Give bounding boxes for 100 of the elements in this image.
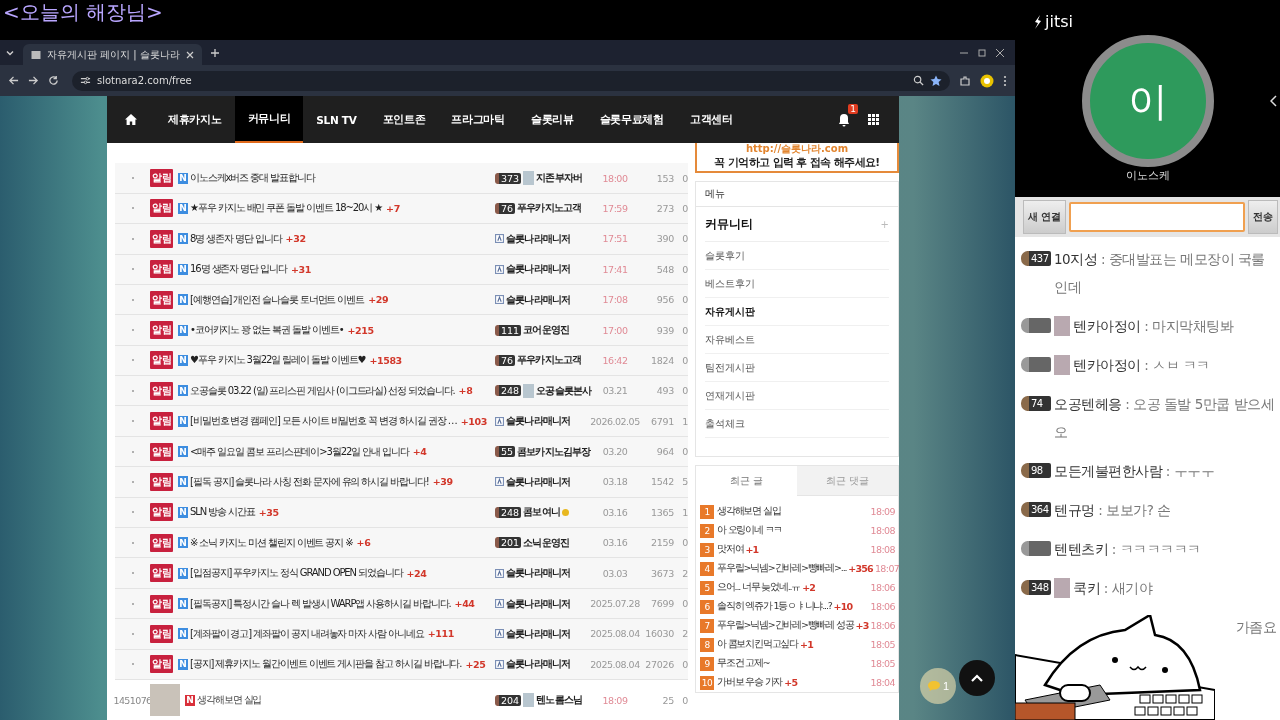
author-name[interactable]: 지존부자버: [536, 171, 583, 186]
level-badge: [1021, 541, 1051, 556]
recent-post-title[interactable]: 푸우릴>닉넴>간바레>빵빠레>...: [717, 562, 847, 576]
notice-badge: 알림: [150, 169, 173, 188]
post-title[interactable]: 오공슬롯 03.22 (일) 프리스핀 게임사 (이그드라실) 선정 되었습니다.: [190, 383, 455, 398]
rank-badge: 9: [700, 656, 714, 671]
post-title[interactable]: [필독 공지] 슬롯나라 사칭 전화 문자에 유의 하시길 바랍니다!: [190, 474, 429, 489]
new-tab-icon[interactable]: [209, 47, 220, 58]
close-icon[interactable]: [185, 50, 194, 59]
menu-item[interactable]: 출석체크: [705, 410, 889, 439]
extensions-icon[interactable]: [959, 74, 971, 87]
nav-item[interactable]: 슬롯리뷰: [517, 96, 587, 144]
more-icon[interactable]: [1003, 74, 1007, 87]
new-connection-button[interactable]: 새 연결: [1023, 200, 1066, 234]
site-settings-icon[interactable]: [80, 75, 91, 87]
zoom-icon[interactable]: [913, 75, 924, 87]
recent-post-title[interactable]: 생각해보면 실입: [717, 505, 781, 519]
comment-count: +1: [745, 544, 759, 556]
menu-item[interactable]: 자유베스트: [705, 326, 889, 355]
nav-item[interactable]: 프라그마틱: [438, 96, 518, 144]
post-title[interactable]: 이노스케x버즈 중대 발표합니다: [190, 171, 315, 186]
author-name[interactable]: 슬롯나라매니저: [506, 474, 571, 489]
menu-item[interactable]: 연재게시판: [705, 382, 889, 411]
browser-tab[interactable]: 자유게시판 페이지 | 슬롯나라: [23, 44, 202, 66]
author-name[interactable]: 슬롯나라매니저: [506, 596, 571, 611]
post-title[interactable]: ※ 소닉 카지노 미션 챌린지 이벤트 공지 ※: [190, 535, 353, 550]
recent-post-title[interactable]: 으어... 너무 늦었네..ㅠ: [717, 581, 801, 595]
scroll-top-button[interactable]: [959, 660, 995, 697]
author-name[interactable]: 콤보여니: [523, 505, 560, 520]
post-title[interactable]: ♥푸우 카지노 3월22일 릴레이 돌발 이벤트♥: [190, 353, 366, 368]
address-bar[interactable]: slotnara2.com/free: [72, 70, 950, 91]
nav-item[interactable]: 커뮤니티: [234, 96, 304, 144]
chat-input[interactable]: [1068, 202, 1245, 232]
post-title[interactable]: SLN 방송 시간표: [190, 505, 255, 520]
author-name[interactable]: 슬롯나라매니저: [506, 262, 571, 277]
chat-message: 쿡키 : 새기야: [1073, 579, 1153, 598]
reload-icon[interactable]: [48, 75, 59, 87]
post-title[interactable]: [비밀번호 변경 캠페인] 모든 사이트 비밀번호 꼭 변경 하시길 권장 …: [190, 414, 457, 429]
new-icon: N: [178, 537, 188, 549]
author-name[interactable]: 슬롯나라매니저: [506, 657, 571, 672]
profile-icon[interactable]: [980, 73, 994, 88]
back-icon[interactable]: [8, 75, 19, 87]
nav-item[interactable]: 제휴카지노: [155, 96, 235, 144]
new-icon: N: [178, 476, 188, 488]
nav-item[interactable]: 슬롯무료체험: [586, 96, 677, 144]
author-name[interactable]: 푸우카지노고객: [517, 201, 582, 216]
author-name[interactable]: 슬롯나라매니저: [506, 626, 571, 641]
grid-menu-icon[interactable]: [868, 114, 879, 126]
forward-icon[interactable]: [28, 75, 39, 87]
close-window-icon[interactable]: [995, 47, 1005, 58]
recent-post-title[interactable]: 아 오링이네 ㅋㅋ: [717, 524, 783, 538]
new-icon: N: [178, 415, 188, 427]
recent-post-title[interactable]: 솔직히 엑쥬가 1등ㅇㅑ니냐...?: [717, 600, 832, 614]
post-title[interactable]: 생각해보면 실입: [197, 693, 262, 707]
menu-item[interactable]: 슬롯후기: [705, 242, 889, 271]
post-title[interactable]: <매주 일요일 콤보 프리스핀데이>3월22일 안내 입니다: [190, 444, 409, 459]
author-name[interactable]: 슬롯나라매니저: [506, 566, 571, 581]
restore-icon[interactable]: [977, 47, 987, 58]
nav-item[interactable]: SLN TV: [303, 96, 370, 144]
star-icon[interactable]: [930, 74, 942, 87]
post-title[interactable]: [필독공지] 특정시간 슬나 렉 발생시 WARP앱 사용하시길 바랍니다.: [190, 596, 451, 611]
recent-post-title[interactable]: 아 콤보치킨먹고싶다: [717, 638, 799, 652]
post-title[interactable]: [예행연습] 개인전 슬나슬롯 토너먼트 이벤트: [190, 292, 365, 307]
menu-item[interactable]: 팀전게시판: [705, 354, 889, 383]
author-name[interactable]: 소닉운영진: [523, 535, 570, 550]
chat-message: 가좀요: [1235, 618, 1276, 637]
recent-post-title[interactable]: 맛저여: [717, 543, 744, 557]
author-name[interactable]: 슬롯나라매니저: [506, 414, 571, 429]
post-title[interactable]: 16명 생존자 명단 입니다: [190, 262, 287, 277]
address-banner[interactable]: http://슬롯나라.com 꼭 기억하고 입력 후 접속 해주세요!: [695, 143, 899, 174]
send-button[interactable]: 전송: [1248, 200, 1278, 234]
menu-item[interactable]: 베스트후기: [705, 270, 889, 299]
author-name[interactable]: 콤보카지노김부장: [517, 444, 591, 459]
comment-count: +44: [454, 598, 475, 609]
recent-post-title[interactable]: 무조건 고제~: [717, 657, 770, 671]
notice-badge: 알림: [150, 381, 173, 400]
post-title[interactable]: •코어카지노 꽝 없는 복권 돌발 이벤트•: [190, 323, 344, 337]
author-name[interactable]: 텐노롬스님: [536, 693, 583, 707]
menu-item[interactable]: 자유게시판: [705, 298, 889, 327]
level-badge: 55: [495, 446, 516, 458]
post-title[interactable]: [계좌팔이 경고] 계좌팔이 공지 내려놓자 마자 사람 아니네요: [190, 626, 424, 641]
post-title[interactable]: ★푸우 카지노 배민 쿠폰 돌발 이벤트 18~20시 ★: [190, 201, 383, 216]
post-title[interactable]: 8명 생존자 명단 입니다: [190, 231, 282, 246]
post-title[interactable]: [공지] 제휴카지노 월간이벤트 이벤트 게시판을 참고 하시길 바랍니다.: [190, 657, 462, 672]
level-badge: 348: [1021, 580, 1051, 595]
post-title[interactable]: [입점공지] 푸우카지노 정식 GRAND OPEN 되었습니다: [190, 566, 403, 581]
bell-icon[interactable]: [838, 112, 850, 127]
author-name[interactable]: 코어운영진: [523, 323, 570, 337]
author-name[interactable]: 슬롯나라매니저: [506, 231, 571, 246]
home-icon[interactable]: [125, 114, 137, 126]
chevron-left-icon[interactable]: [1270, 95, 1277, 107]
author-name[interactable]: 슬롯나라매니저: [506, 292, 571, 307]
recent-post-title[interactable]: 푸우릴>닉넴>간바레>빵빠레 성공: [717, 619, 854, 633]
author-name[interactable]: 오공슬롯본사: [536, 383, 592, 398]
nav-item[interactable]: 고객센터: [676, 96, 746, 144]
comment-count: +215: [347, 324, 374, 336]
post-date: 17:51: [601, 233, 629, 245]
author-name[interactable]: 푸우카지노고객: [517, 353, 582, 368]
nav-item[interactable]: 포인트존: [369, 96, 439, 144]
recent-post-title[interactable]: 가버보 우승 가자: [717, 676, 783, 690]
